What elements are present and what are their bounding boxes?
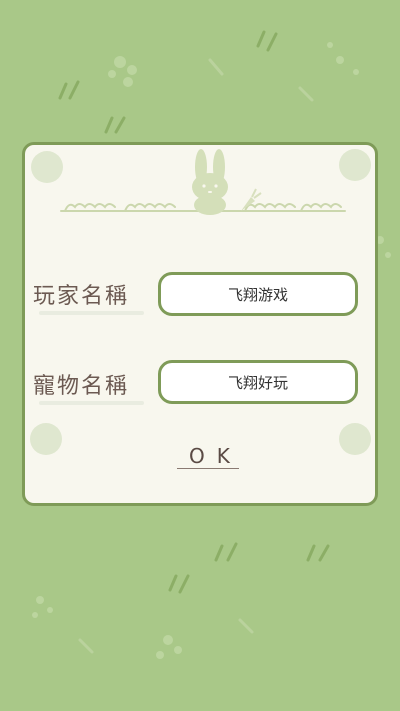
pet-name-input[interactable]: 飞翔好玩 (158, 360, 358, 404)
label-underline (39, 311, 144, 315)
header-illustration (60, 149, 346, 215)
ok-underline (177, 468, 239, 469)
pet-name-label: 寵物名稱 (33, 374, 130, 399)
corner-dot (30, 423, 62, 455)
corner-dot (339, 423, 371, 455)
player-name-label: 玩家名稱 (33, 284, 130, 309)
rabbit-icon (192, 149, 228, 215)
player-name-input[interactable]: 飞翔游戏 (158, 272, 358, 316)
label-underline (39, 401, 144, 405)
name-dialog: 玩家名稱 飞翔游戏 寵物名稱 飞翔好玩 OK (22, 142, 378, 506)
carrot-icon (241, 188, 262, 211)
